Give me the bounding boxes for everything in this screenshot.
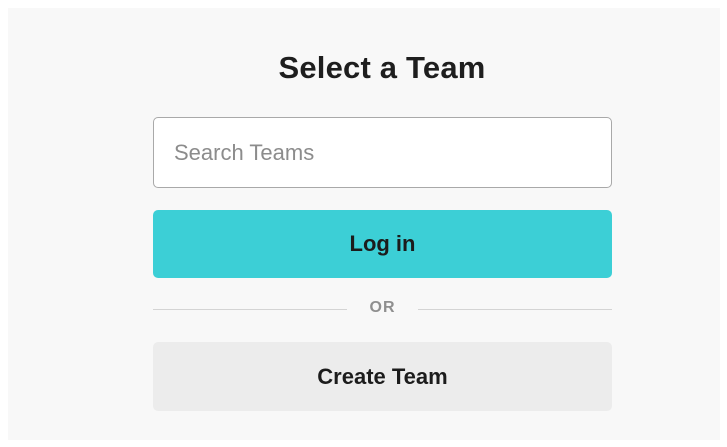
divider-line-right: [418, 309, 612, 310]
divider-label: OR: [369, 299, 396, 316]
team-select-panel: Select a Team Log in OR Create Team: [8, 8, 720, 440]
create-team-button[interactable]: Create Team: [153, 342, 612, 411]
search-teams-input[interactable]: [153, 117, 612, 188]
login-button[interactable]: Log in: [153, 210, 612, 278]
page-title: Select a Team: [278, 50, 486, 85]
or-divider: OR: [153, 296, 612, 322]
